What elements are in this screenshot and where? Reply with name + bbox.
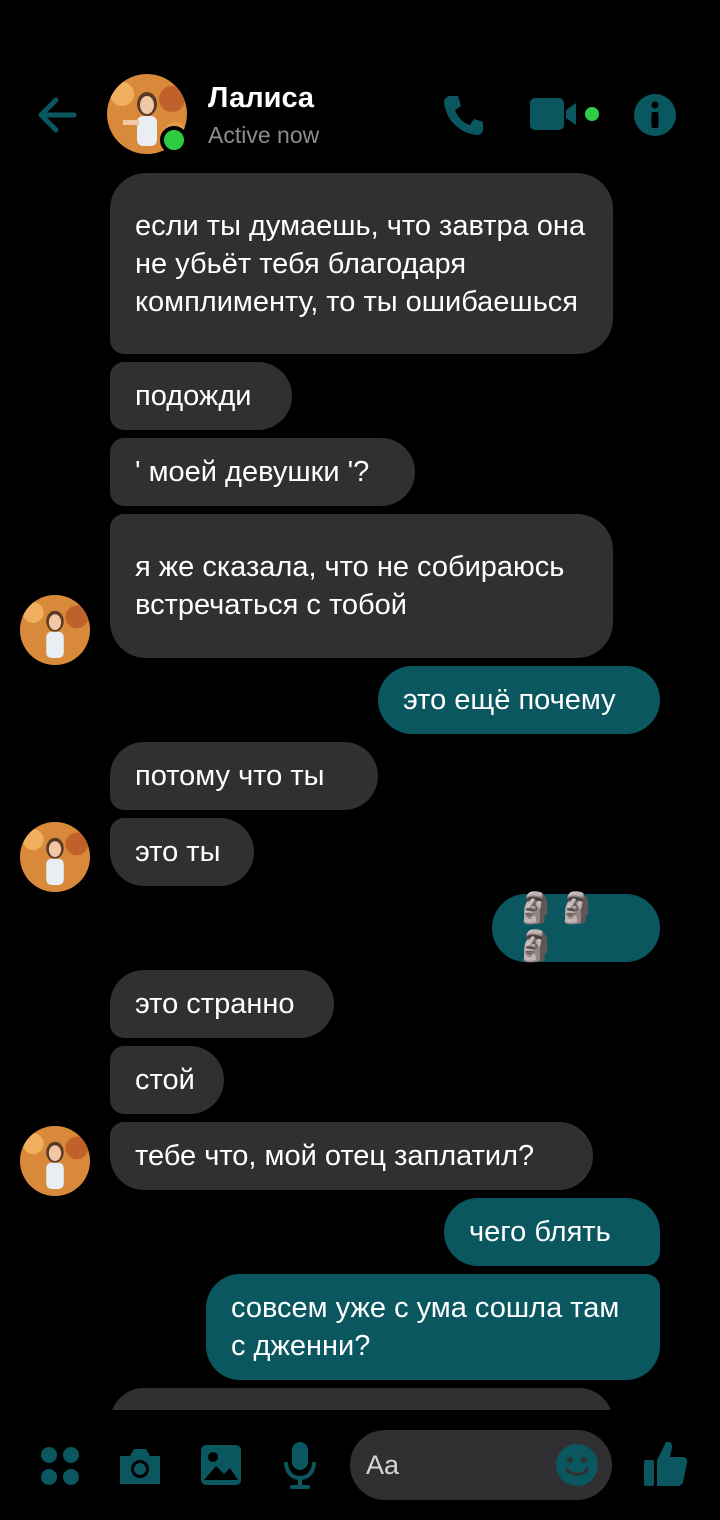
message-incoming[interactable]: если ты думаешь, что завтра она не убьёт… [110,173,613,354]
phone-icon[interactable] [441,92,487,138]
emoji-icon[interactable] [555,1443,599,1487]
message-outgoing[interactable]: это ещё почему [378,666,660,734]
message-text: я же сказала, что не собираюсь встречать… [135,551,565,621]
message-incoming[interactable]: я же сказала, что не собираюсь встречать… [110,514,613,658]
message-outgoing[interactable]: 🗿🗿🗿 [492,892,660,963]
message-text: 🗿🗿🗿 [517,892,600,963]
camera-icon[interactable] [116,1444,164,1488]
message-incoming[interactable]: стой [110,1046,224,1114]
message-text: это ещё почему [403,684,616,716]
message-input[interactable]: Aa [350,1430,612,1500]
message-text: тебе что, мой отец заплатил? [135,1140,535,1172]
message-outgoing[interactable]: совсем уже с ума сошла там с дженни? [206,1274,660,1380]
message-text: ' моей девушки '? [135,456,370,488]
contact-avatar[interactable] [20,822,90,892]
contact-name[interactable]: Лалиса [208,82,314,115]
back-arrow-icon[interactable] [30,88,84,142]
info-icon[interactable] [633,93,677,137]
apps-icon[interactable] [38,1444,82,1488]
message-text: если ты думаешь, что завтра она не убьёт… [135,209,586,318]
contact-avatar[interactable] [20,1126,90,1196]
message-incoming[interactable]: подожди [110,362,292,430]
microphone-icon[interactable] [282,1440,318,1490]
video-icon[interactable] [528,94,602,134]
message-incoming[interactable]: потому что ты [110,742,378,810]
composer-bar: Aa [0,1410,720,1520]
contact-status: Active now [208,122,320,148]
chat-header: Лалиса Active now [0,0,720,170]
message-text: потому что ты [135,760,325,792]
message-text: стой [135,1064,195,1096]
message-text: чего блять [469,1216,611,1248]
message-text: совсем уже с ума сошла там с дженни? [231,1292,620,1362]
contact-avatar[interactable] [20,595,90,665]
thumbs-up-icon[interactable] [642,1438,688,1488]
message-text: это ты [135,836,221,868]
message-input-placeholder: Aa [366,1450,400,1480]
message-text: подожди [135,380,252,412]
message-incoming[interactable]: это ты [110,818,254,886]
online-indicator [160,126,188,154]
message-incoming[interactable]: это странно [110,970,334,1038]
message-outgoing[interactable]: чего блять [444,1198,660,1266]
message-incoming[interactable]: тебе что, мой отец заплатил? [110,1122,593,1190]
message-text: это странно [135,988,295,1020]
gallery-icon[interactable] [200,1444,242,1486]
message-incoming[interactable]: ' моей девушки '? [110,438,415,506]
